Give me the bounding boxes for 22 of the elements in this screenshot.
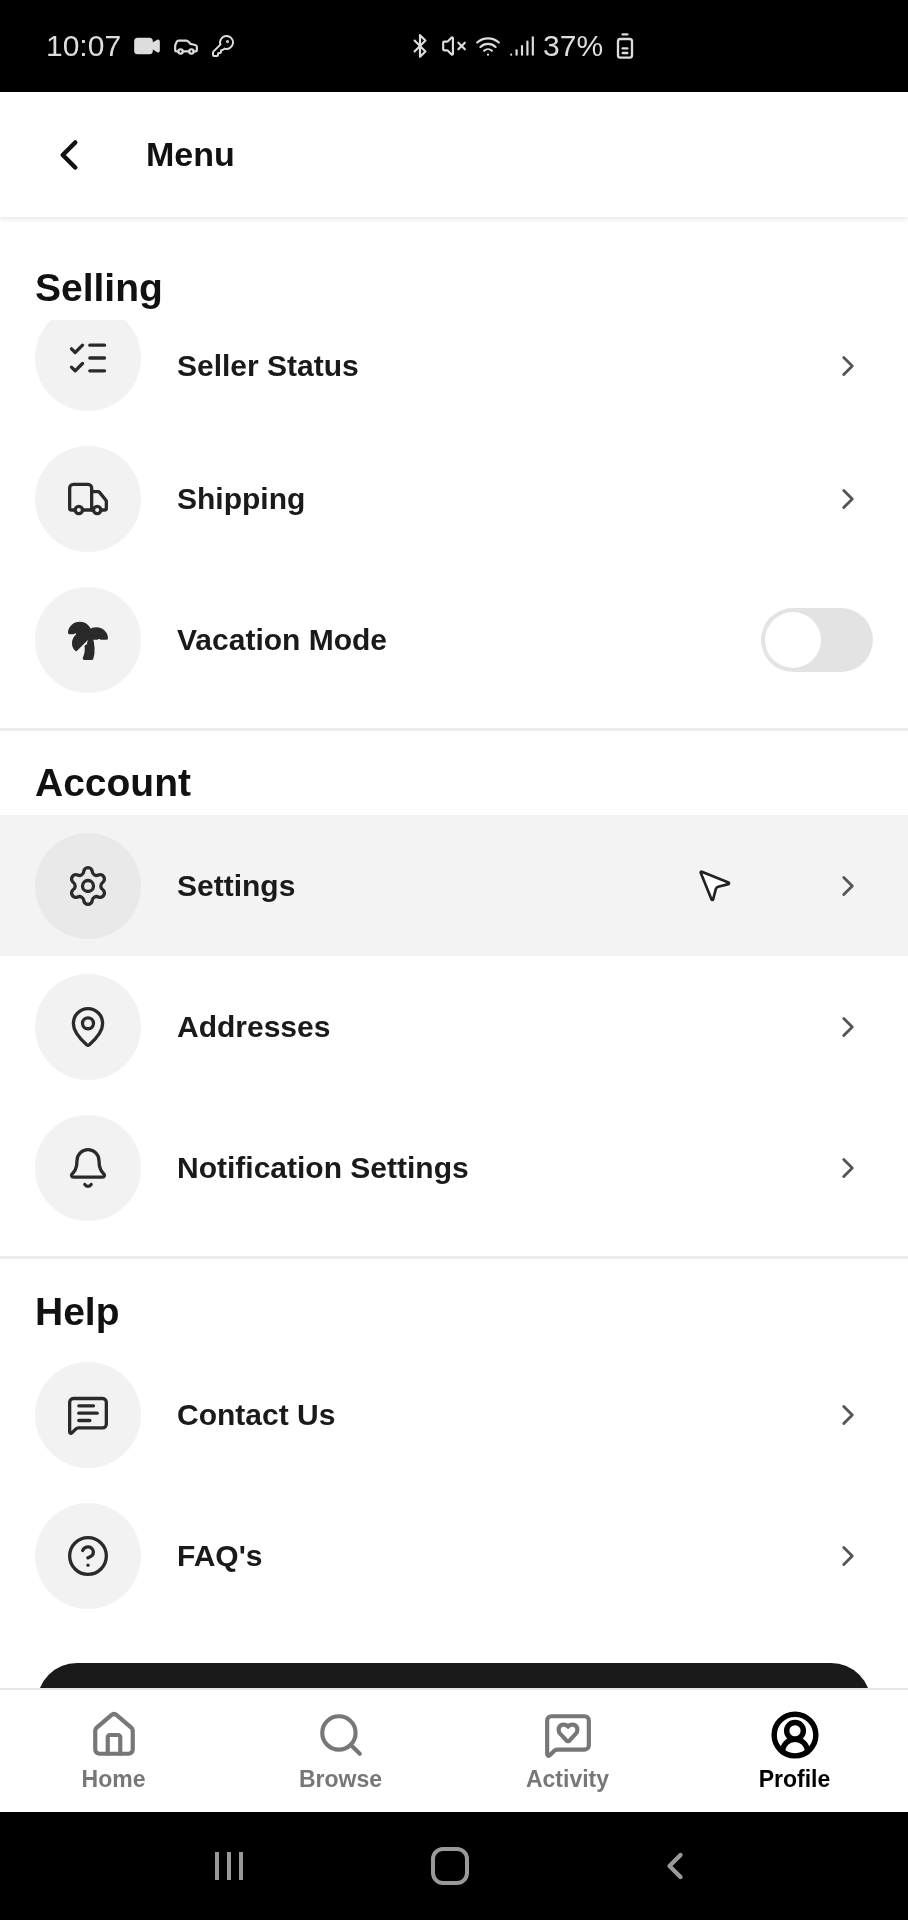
section-heading: Help (35, 1290, 120, 1334)
menu-label: Notification Settings (177, 1150, 469, 1185)
key-icon (211, 34, 236, 58)
battery-percent: 37% (543, 29, 604, 63)
home-square-icon (430, 1846, 470, 1886)
section-heading: Account (35, 761, 191, 805)
menu-label: Shipping (177, 481, 306, 516)
menu-label: Addresses (177, 1009, 331, 1044)
mute-icon (441, 33, 468, 59)
menu-row[interactable]: Settings (0, 815, 908, 956)
signal-icon (509, 33, 536, 59)
section-heading: Selling (35, 266, 163, 310)
help-icon (66, 1533, 110, 1578)
menu-label: FAQ's (177, 1538, 263, 1573)
menu-label: Contact Us (177, 1397, 336, 1432)
menu-label: Settings (177, 868, 296, 903)
page-title: Menu (146, 135, 235, 174)
menu-label: Vacation Mode (177, 622, 388, 657)
menu-label: Seller Status (177, 348, 359, 383)
profile-icon (769, 1709, 820, 1760)
home-button[interactable] (430, 1846, 470, 1886)
status-time: 10:07 (46, 29, 122, 63)
